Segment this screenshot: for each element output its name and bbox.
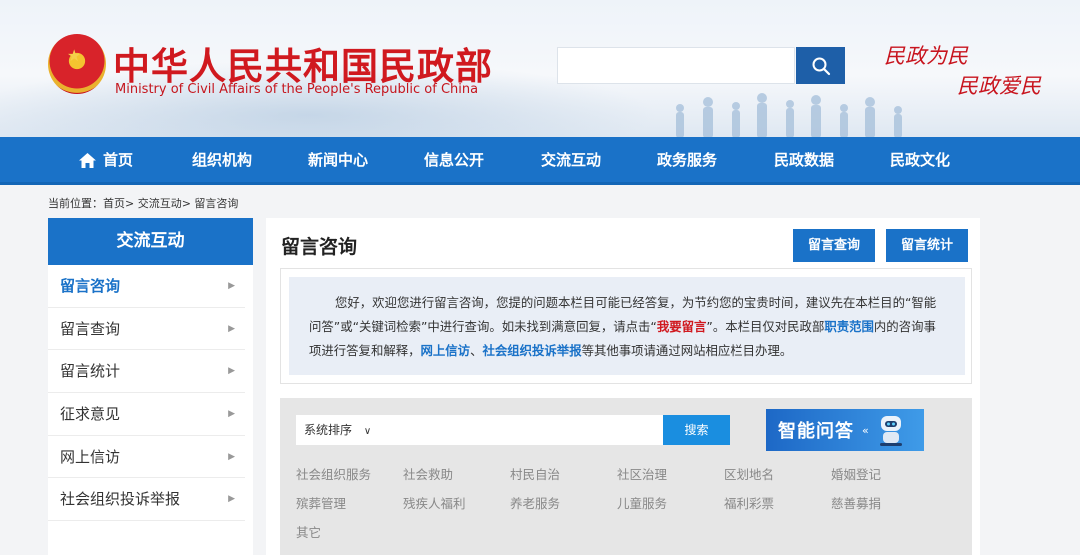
chevron-right-icon: ▶: [228, 323, 235, 334]
site-header: ★ 中华人民共和国民政部 Ministry of Civil Affairs o…: [0, 0, 1080, 137]
ai-qa-banner[interactable]: 智能问答 «: [766, 409, 924, 451]
ai-qa-label: 智能问答: [778, 421, 854, 442]
sidebar-title: 交流互动: [48, 218, 253, 265]
category-lottery[interactable]: 福利彩票: [724, 493, 774, 512]
category-village-autonomy[interactable]: 村民自治: [510, 464, 560, 483]
chevron-right-icon: ▶: [228, 281, 235, 291]
double-chevron-left-icon: «: [862, 423, 869, 437]
category-children[interactable]: 儿童服务: [617, 493, 667, 512]
notice-part-2: ”。本栏目仅对民政部: [706, 319, 825, 334]
nav-item-data[interactable]: 民政数据: [774, 137, 834, 183]
sidebar-item-complaint[interactable]: 社会组织投诉举报 ▶: [48, 478, 245, 522]
slogan-line-2: 民政爱民: [957, 74, 1041, 98]
category-other[interactable]: 其它: [296, 522, 321, 541]
site-search-input[interactable]: [557, 47, 795, 84]
sort-select-value: 系统排序: [304, 423, 353, 437]
category-disability[interactable]: 残疾人福利: [403, 493, 466, 512]
main-nav: 首页 组织机构 新闻中心 信息公开 交流互动 政务服务 民政数据 民政文化: [0, 137, 1080, 185]
sidebar-item-solicitation[interactable]: 征求意见 ▶: [48, 393, 245, 436]
message-stats-button[interactable]: 留言统计: [886, 229, 968, 262]
notice-separator: 、: [470, 343, 483, 358]
chevron-down-icon: ∨: [363, 426, 372, 437]
breadcrumb: 当前位置：首页> 交流互动> 留言咨询: [48, 197, 239, 210]
sidebar-item-stats[interactable]: 留言统计 ▶: [48, 350, 245, 394]
sort-select[interactable]: 系统排序 ∨: [296, 415, 663, 445]
sidebar-item-consult[interactable]: 留言咨询 ▶: [48, 265, 245, 308]
notice-part-4: 等其他事项请通过网站相应栏目办理。: [581, 343, 793, 358]
chevron-right-icon: ▶: [228, 366, 235, 377]
nav-item-interaction[interactable]: 交流互动: [541, 137, 601, 183]
chevron-right-icon: ▶: [228, 409, 235, 420]
crowd-silhouette-icon: [676, 93, 902, 137]
online-petition-link[interactable]: 网上信访: [421, 343, 471, 358]
sidebar-item-label: 留言查询: [60, 319, 121, 338]
category-division-names[interactable]: 区划地名: [724, 464, 774, 483]
complaint-link[interactable]: 社会组织投诉举报: [482, 343, 581, 358]
notice-box: 您好，欢迎您进行留言咨询，您提的问题本栏目可能已经答复，为节约您的宝贵时间，建议…: [280, 268, 972, 384]
sidebar: 交流互动 留言咨询 ▶ 留言查询 ▶ 留言统计 ▶ 征求意见 ▶ 网上信访 ▶ …: [48, 218, 253, 555]
sidebar-item-label: 征求意见: [60, 405, 121, 424]
nav-item-organization[interactable]: 组织机构: [192, 137, 252, 183]
nav-item-info-disclosure[interactable]: 信息公开: [424, 137, 484, 183]
chevron-right-icon: ▶: [228, 494, 235, 505]
category-funeral[interactable]: 殡葬管理: [296, 493, 346, 512]
chevron-right-icon: ▶: [228, 451, 235, 462]
sidebar-item-label: 留言咨询: [60, 277, 121, 295]
sidebar-item-label: 留言统计: [60, 362, 121, 381]
category-marriage[interactable]: 婚姻登记: [831, 464, 881, 483]
nav-item-home[interactable]: 首页: [78, 137, 133, 183]
search-icon: [812, 57, 830, 75]
category-charity[interactable]: 慈善募捐: [831, 493, 881, 512]
filter-search-button[interactable]: 搜索: [663, 415, 730, 445]
home-icon: [79, 152, 96, 168]
nav-item-services[interactable]: 政务服务: [657, 137, 717, 183]
nav-item-label: 首页: [103, 151, 134, 169]
national-emblem-icon: ★: [48, 34, 106, 94]
sidebar-item-label: 社会组织投诉举报: [60, 490, 181, 509]
sidebar-item-query[interactable]: 留言查询 ▶: [48, 308, 245, 351]
category-community[interactable]: 社区治理: [617, 464, 667, 483]
category-elderly[interactable]: 养老服务: [510, 493, 560, 512]
filter-panel: 系统排序 ∨ 搜索 智能问答 « 社会组织服务 社会救助 村民自治 社区治理 区…: [280, 398, 972, 555]
nav-item-news[interactable]: 新闻中心: [308, 137, 368, 183]
category-social-org[interactable]: 社会组织服务: [296, 464, 371, 483]
slogan-line-1: 民政为民: [884, 44, 968, 68]
main-panel: 留言咨询 留言查询 留言统计 您好，欢迎您进行留言咨询，您提的问题本栏目可能已经…: [266, 218, 980, 555]
robot-icon: [879, 416, 902, 446]
notice-text: 您好，欢迎您进行留言咨询，您提的问题本栏目可能已经答复，为节约您的宝贵时间，建议…: [289, 277, 965, 375]
category-social-assistance[interactable]: 社会救助: [403, 464, 453, 483]
sidebar-item-label: 网上信访: [60, 447, 121, 466]
message-query-button[interactable]: 留言查询: [793, 229, 875, 262]
nav-item-culture[interactable]: 民政文化: [890, 137, 950, 183]
page-title: 留言咨询: [281, 236, 358, 258]
leave-message-link[interactable]: 我要留言: [657, 319, 707, 334]
site-search-button[interactable]: [796, 47, 845, 84]
sidebar-item-petition[interactable]: 网上信访 ▶: [48, 436, 245, 479]
scope-link[interactable]: 职责范围: [824, 319, 874, 334]
site-title-en: Ministry of Civil Affairs of the People'…: [115, 82, 479, 97]
